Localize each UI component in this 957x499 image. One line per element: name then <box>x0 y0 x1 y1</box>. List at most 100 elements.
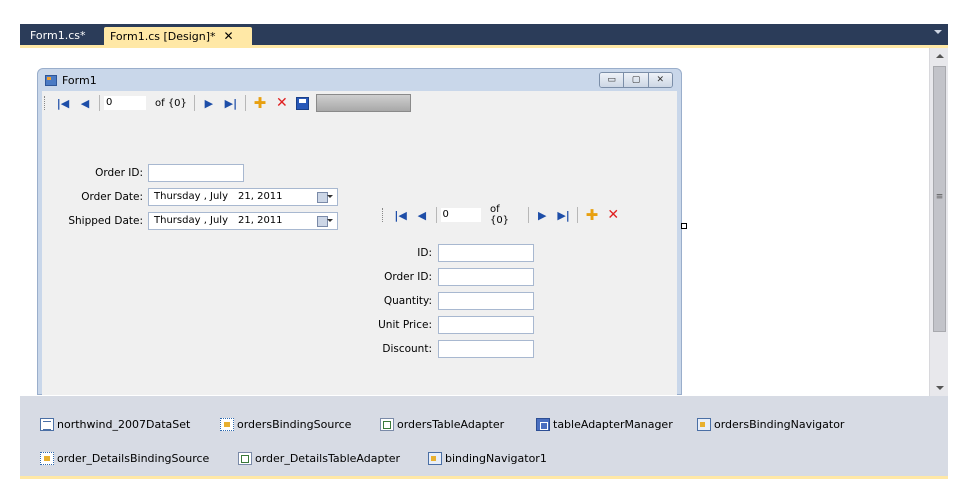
tab-form1-cs[interactable]: Form1.cs* <box>24 27 91 45</box>
scroll-grip-icon: ≡ <box>935 192 944 202</box>
maximize-button[interactable]: ▢ <box>624 73 649 87</box>
progress-bar <box>315 94 411 112</box>
tab-form1-design[interactable]: Form1.cs [Design]* ✕ <box>104 27 252 45</box>
table-adapter-manager-icon <box>536 418 550 431</box>
date-month: July <box>210 215 228 226</box>
date-date: 21, 2011 <box>238 215 283 226</box>
close-button[interactable]: ✕ <box>648 73 672 87</box>
tray-item-label: ordersTableAdapter <box>397 418 505 431</box>
tray-item-label: bindingNavigator1 <box>445 452 547 465</box>
order-id-input[interactable] <box>148 164 244 182</box>
move-first-icon[interactable]: |◀ <box>393 207 408 223</box>
move-previous-icon[interactable]: ◀ <box>77 95 93 111</box>
detail-id-input[interactable] <box>438 244 534 262</box>
minimize-button[interactable]: ▭ <box>600 73 625 87</box>
position-item-input[interactable]: 0 <box>439 207 482 223</box>
scroll-thumb[interactable]: ≡ <box>933 66 946 332</box>
position-item-input[interactable]: 0 <box>103 95 147 111</box>
quantity-label: Quantity: <box>383 295 432 307</box>
form1-window[interactable]: Form1 ▭ ▢ ✕ |◀ ◀ 0 of {0} ▶ ▶| ✚ ✕ Order… <box>37 68 682 395</box>
toolbar-separator <box>193 95 195 111</box>
calendar-dropdown-icon[interactable] <box>317 192 333 203</box>
window-buttons: ▭ ▢ ✕ <box>599 72 673 88</box>
tab-label: Form1.cs* <box>30 29 86 42</box>
move-last-icon[interactable]: ▶| <box>556 207 571 223</box>
add-new-icon[interactable]: ✚ <box>252 94 268 112</box>
toolbar-grip[interactable] <box>382 208 386 222</box>
tray-item-label: order_DetailsTableAdapter <box>255 452 401 465</box>
toolbar-separator <box>527 207 529 223</box>
tray-item-binding-navigator1[interactable]: bindingNavigator1 <box>428 452 547 465</box>
delete-icon[interactable]: ✕ <box>606 207 621 223</box>
tray-item-label: tableAdapterManager <box>553 418 673 431</box>
date-month: July <box>210 191 228 202</box>
tray-bottom-strip <box>20 476 948 479</box>
add-new-icon[interactable]: ✚ <box>584 206 599 224</box>
scroll-up-icon[interactable] <box>936 54 944 58</box>
tray-item-orders-binding-source[interactable]: ordersBindingSource <box>220 418 351 431</box>
tab-label: Form1.cs [Design]* <box>110 30 216 43</box>
binding-source-icon <box>40 452 54 465</box>
form-client-area[interactable]: |◀ ◀ 0 of {0} ▶ ▶| ✚ ✕ Order ID: Order D… <box>42 91 677 395</box>
tray-item-orders-binding-navigator[interactable]: ordersBindingNavigator <box>697 418 844 431</box>
order-date-picker[interactable]: Thursday , July 21, 2011 <box>148 188 338 206</box>
date-separator: , <box>203 191 207 202</box>
toolbar-separator <box>99 95 100 111</box>
move-next-icon[interactable]: ▶ <box>201 95 217 111</box>
dataset-icon <box>40 418 54 431</box>
tray-item-orders-table-adapter[interactable]: ordersTableAdapter <box>380 418 504 431</box>
orders-binding-navigator[interactable]: |◀ ◀ 0 of {0} ▶ ▶| ✚ ✕ <box>42 92 677 114</box>
move-previous-icon[interactable]: ◀ <box>414 207 429 223</box>
unit-price-input[interactable] <box>438 316 534 334</box>
tray-item-table-adapter-manager[interactable]: tableAdapterManager <box>536 418 673 431</box>
binding-navigator-icon <box>428 452 442 465</box>
form-title: Form1 <box>62 74 97 87</box>
detail-order-id-label: Order ID: <box>384 271 432 283</box>
toolbar-separator <box>577 207 579 223</box>
tray-item-order-details-table-adapter[interactable]: order_DetailsTableAdapter <box>238 452 400 465</box>
component-tray[interactable]: northwind_2007DataSet ordersBindingSourc… <box>20 396 948 476</box>
detail-id-label: ID: <box>417 247 432 259</box>
design-surface[interactable]: Form1 ▭ ▢ ✕ |◀ ◀ 0 of {0} ▶ ▶| ✚ ✕ Order… <box>20 48 929 396</box>
tray-item-label: ordersBindingNavigator <box>714 418 845 431</box>
delete-icon[interactable]: ✕ <box>274 95 290 111</box>
calendar-dropdown-icon[interactable] <box>317 216 333 227</box>
discount-label: Discount: <box>382 343 432 355</box>
table-adapter-icon <box>238 452 252 465</box>
date-day-text: Thursday <box>154 215 201 226</box>
date-day-text: Thursday <box>154 191 201 202</box>
scroll-down-icon[interactable] <box>936 386 944 390</box>
binding-navigator-icon <box>697 418 711 431</box>
chevron-down-icon[interactable] <box>934 30 942 34</box>
vertical-scrollbar[interactable]: ≡ <box>929 48 948 396</box>
date-day: Thursday , <box>154 213 210 229</box>
toolbar-separator <box>244 95 246 111</box>
binding-source-icon <box>220 418 234 431</box>
shipped-date-picker[interactable]: Thursday , July 21, 2011 <box>148 212 338 230</box>
order-date-label: Order Date: <box>81 191 143 203</box>
designer-document-window: Form1.cs* Form1.cs [Design]* ✕ Form1 ▭ ▢ … <box>20 24 948 479</box>
detail-order-id-input[interactable] <box>438 268 534 286</box>
tray-item-order-details-binding-source[interactable]: order_DetailsBindingSource <box>40 452 209 465</box>
date-date: 21, 2011 <box>238 191 283 202</box>
quantity-input[interactable] <box>438 292 534 310</box>
unit-price-label: Unit Price: <box>378 319 432 331</box>
discount-input[interactable] <box>438 340 534 358</box>
move-first-icon[interactable]: |◀ <box>55 95 71 111</box>
shipped-date-label: Shipped Date: <box>68 215 143 227</box>
toolbar-grip[interactable] <box>44 96 48 110</box>
table-adapter-icon <box>380 418 394 431</box>
toolbar-separator <box>435 207 437 223</box>
move-last-icon[interactable]: ▶| <box>223 95 239 111</box>
tray-item-dataset[interactable]: northwind_2007DataSet <box>40 418 190 431</box>
tray-item-label: order_DetailsBindingSource <box>57 452 210 465</box>
document-tab-strip: Form1.cs* Form1.cs [Design]* ✕ <box>20 24 948 45</box>
form-icon <box>45 75 57 86</box>
save-icon[interactable] <box>295 96 309 110</box>
form-titlebar: Form1 ▭ ▢ ✕ <box>38 69 681 91</box>
move-next-icon[interactable]: ▶ <box>535 207 550 223</box>
details-binding-navigator[interactable]: |◀ ◀ 0 of {0} ▶ ▶| ✚ ✕ <box>380 204 624 226</box>
close-icon[interactable]: ✕ <box>224 29 234 43</box>
tray-item-label: northwind_2007DataSet <box>57 418 191 431</box>
resize-handle[interactable] <box>681 223 687 229</box>
